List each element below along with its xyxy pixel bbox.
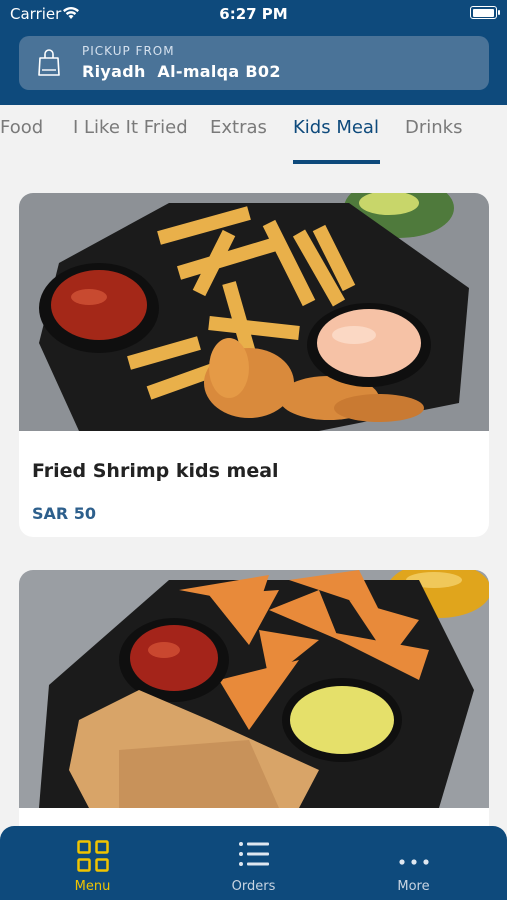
list-icon: [238, 840, 270, 872]
tab-i-like-it-fried[interactable]: I Like It Fried: [73, 117, 188, 138]
bottom-tab-bar: Menu Orders More: [0, 826, 507, 900]
product-price: SAR 50: [32, 504, 97, 523]
active-tab-indicator: [293, 160, 380, 164]
pickup-label: PICKUP FROM: [82, 44, 175, 58]
status-bar: Carrier 6:27 PM: [0, 0, 507, 28]
category-tabs: Food I Like It Fried Extras Kids Meal Dr…: [0, 105, 507, 169]
nav-orders[interactable]: Orders: [169, 826, 338, 900]
battery-fill: [472, 8, 494, 17]
grid-icon: [76, 840, 109, 876]
clock: 6:27 PM: [219, 5, 288, 23]
pickup-location: Riyadh Al-malqa B02: [82, 62, 281, 81]
nav-label-more: More: [397, 879, 430, 894]
tab-kids-meal[interactable]: Kids Meal: [293, 117, 379, 138]
nav-menu[interactable]: Menu: [8, 826, 177, 900]
product-card[interactable]: Fried Shrimp kids meal SAR 50: [19, 193, 489, 537]
battery-icon: [470, 6, 500, 19]
shopping-bag-icon: [37, 48, 61, 82]
nav-more[interactable]: More: [329, 826, 498, 900]
tab-extras[interactable]: Extras: [210, 117, 267, 138]
nav-label-menu: Menu: [74, 879, 111, 894]
tab-food[interactable]: Food: [0, 117, 43, 138]
dots-icon: [398, 850, 429, 869]
pickup-location-selector[interactable]: PICKUP FROM Riyadh Al-malqa B02: [19, 36, 489, 90]
nav-label-orders: Orders: [231, 879, 276, 894]
tab-drinks[interactable]: Drinks: [405, 117, 462, 138]
top-bar: Carrier 6:27 PM PICKUP FROM Riyadh Al-ma…: [0, 0, 507, 105]
product-image: [19, 570, 489, 808]
product-image: [19, 193, 489, 431]
product-name: Fried Shrimp kids meal: [32, 460, 279, 482]
